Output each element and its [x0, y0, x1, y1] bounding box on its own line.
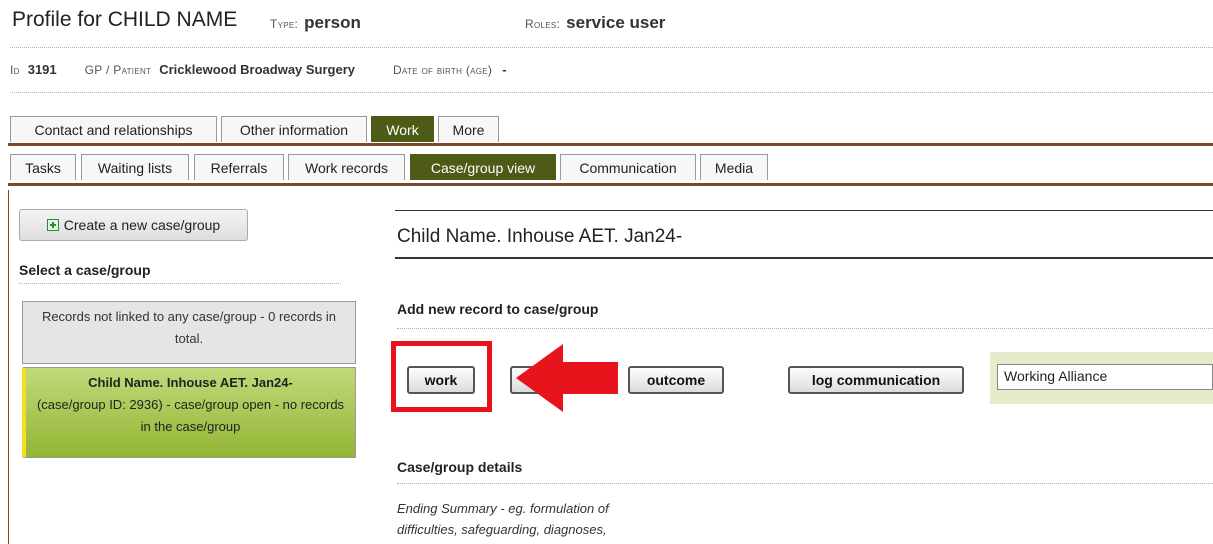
main-tab-bar — [8, 143, 1213, 146]
record-type-select[interactable]: Working Alliance — [997, 364, 1213, 390]
roles-label: Roles: — [525, 17, 561, 31]
roles-value: service user — [566, 13, 666, 32]
outcome-button[interactable]: outcome — [628, 366, 724, 394]
type-info: Type: person — [270, 13, 361, 33]
meta-divider — [10, 92, 1213, 93]
case-title-top-rule — [395, 210, 1213, 211]
case-item-unlinked[interactable]: Records not linked to any case/group - 0… — [22, 301, 356, 364]
tab-waiting-lists[interactable]: Waiting lists — [81, 154, 189, 180]
case-item-title: Child Name. Inhouse AET. Jan24- — [88, 375, 293, 390]
case-title-bottom-rule — [395, 257, 1213, 259]
tab-case-group-view[interactable]: Case/group view — [410, 154, 556, 180]
create-case-group-label: Create a new case/group — [63, 217, 221, 233]
plus-icon — [46, 219, 59, 231]
case-title: Child Name. Inhouse AET. Jan24- — [397, 226, 683, 247]
tab-work-records[interactable]: Work records — [288, 154, 405, 180]
left-border — [8, 190, 9, 544]
id-label: Id — [10, 63, 20, 77]
case-details-divider — [397, 483, 1213, 484]
gp-label: GP / Patient — [84, 63, 152, 77]
log-communication-button[interactable]: log communication — [788, 366, 964, 394]
record-type-panel: Working Alliance — [990, 352, 1213, 404]
create-case-group-button[interactable]: Create a new case/group — [19, 209, 248, 241]
tab-communication[interactable]: Communication — [560, 154, 696, 180]
add-record-heading: Add new record to case/group — [397, 301, 599, 317]
highlight-box — [391, 341, 492, 412]
tab-more[interactable]: More — [438, 116, 499, 142]
dob-value: - — [502, 62, 507, 77]
tab-tasks[interactable]: Tasks — [10, 154, 76, 180]
case-item-selected[interactable]: Child Name. Inhouse AET. Jan24- (case/gr… — [22, 367, 356, 458]
roles-info: Roles: service user — [525, 13, 665, 33]
case-item-text: (case/group ID: 2936) - case/group open … — [36, 397, 345, 434]
tab-work[interactable]: Work — [371, 116, 434, 142]
type-label: Type: — [270, 17, 299, 31]
tab-contact-relationships[interactable]: Contact and relationships — [10, 116, 217, 142]
id-value: 3191 — [27, 62, 57, 77]
tab-other-information[interactable]: Other information — [221, 116, 367, 142]
tab-referrals[interactable]: Referrals — [194, 154, 284, 180]
meta-line: Id 3191 GP / Patient Cricklewood Broadwa… — [10, 62, 507, 77]
type-value: person — [304, 13, 361, 32]
add-record-divider — [397, 328, 1213, 329]
tab-media[interactable]: Media — [700, 154, 768, 180]
dob-label: Date of birth (age) — [393, 63, 493, 77]
ending-summary-label: Ending Summary - eg. formulation of diff… — [397, 501, 609, 537]
page-title: Profile for CHILD NAME — [12, 8, 238, 31]
select-case-divider — [19, 283, 341, 284]
gp-value: Cricklewood Broadway Surgery — [159, 62, 356, 77]
header-divider — [10, 47, 1213, 48]
case-item-text: Records not linked to any case/group - 0… — [41, 309, 337, 346]
case-details-heading: Case/group details — [397, 459, 523, 475]
arrow-icon — [516, 344, 618, 412]
select-case-heading: Select a case/group — [19, 262, 151, 278]
sub-tab-bar — [8, 183, 1213, 186]
